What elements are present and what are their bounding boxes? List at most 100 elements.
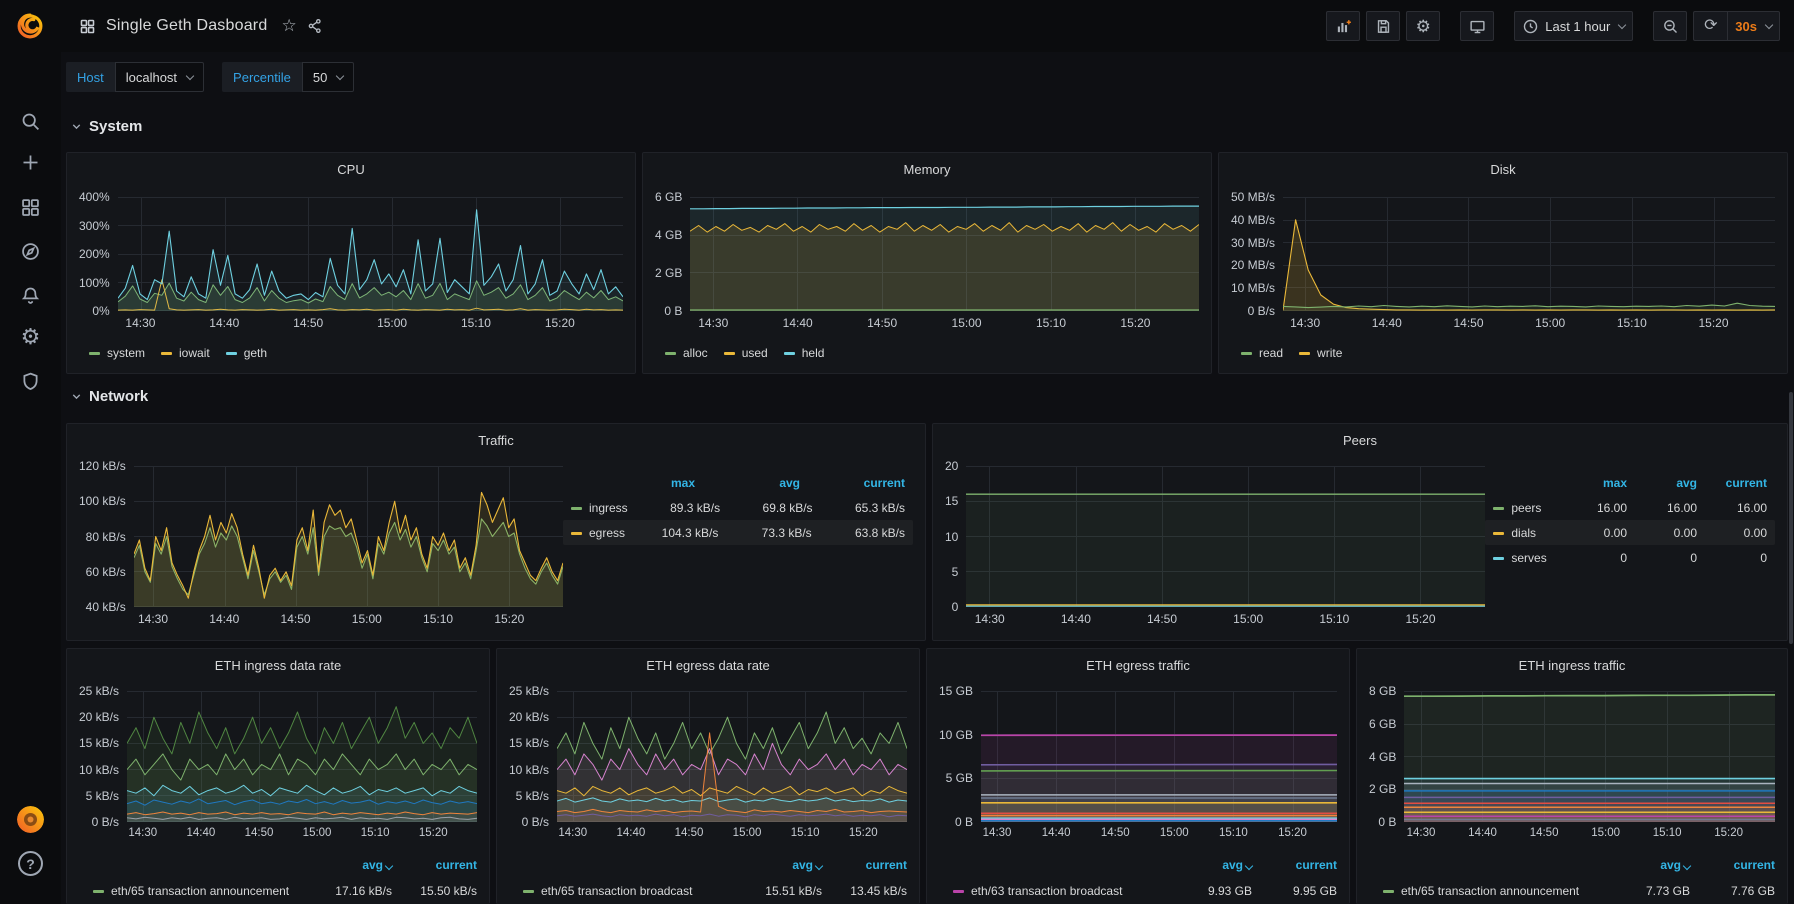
legend-row[interactable]: eth/63 transaction broadcast9.93 GB9.95 … — [939, 879, 1337, 903]
legend-item[interactable]: system — [89, 346, 145, 360]
legend-row[interactable]: peers16.0016.0016.00 — [1485, 495, 1775, 520]
dashboard-grid-icon[interactable] — [79, 18, 96, 35]
legend-sort-current[interactable]: current — [1252, 858, 1337, 872]
variable-label-percentile[interactable]: Percentile — [222, 62, 302, 92]
legend-row[interactable]: dials0.000.000.00 — [1485, 520, 1775, 545]
y-tick-label: 8 GB — [1369, 685, 1396, 697]
row-header-system[interactable]: System — [70, 118, 142, 135]
star-icon[interactable]: ☆ — [281, 16, 296, 36]
y-axis: 120 kB/s100 kB/s80 kB/s60 kB/s40 kB/s — [79, 460, 134, 613]
x-axis: 14:3014:4014:5015:0015:1015:20 — [127, 827, 477, 847]
legend-item[interactable]: held — [784, 346, 825, 360]
legend: alloc used held — [665, 346, 1199, 360]
create-plus-icon[interactable] — [0, 145, 61, 179]
tv-cycle-button[interactable] — [1460, 11, 1494, 41]
eth-egress-data-rate-chart[interactable] — [557, 691, 907, 822]
legend-sort-avg[interactable]: avg — [1627, 476, 1697, 490]
search-icon[interactable] — [0, 104, 61, 138]
x-tick-label: 14:50 — [1530, 827, 1559, 839]
legend-item[interactable]: geth — [226, 346, 267, 360]
grafana-logo-icon[interactable] — [14, 10, 46, 42]
traffic-chart[interactable] — [134, 466, 563, 607]
x-tick-label: 14:40 — [1042, 827, 1071, 839]
legend-row[interactable]: eth/65 transaction announcement7.73 GB7.… — [1369, 879, 1775, 903]
explore-compass-icon[interactable] — [0, 234, 61, 268]
x-tick-label: 15:00 — [952, 316, 982, 330]
legend-item[interactable]: read — [1241, 346, 1283, 360]
legend-sort-max[interactable]: max — [1557, 476, 1627, 490]
time-range-picker[interactable]: Last 1 hour — [1514, 11, 1633, 41]
y-tick-label: 6 GB — [655, 191, 682, 203]
alerting-bell-icon[interactable] — [0, 278, 61, 312]
legend-sort-current[interactable]: current — [822, 858, 907, 872]
peers-chart[interactable] — [966, 466, 1485, 607]
zoom-out-time-button[interactable] — [1653, 11, 1687, 41]
legend-row[interactable]: serves000 — [1485, 545, 1775, 570]
eth-ingress-data-rate-chart[interactable] — [127, 691, 477, 822]
legend-row[interactable]: eth/65 transaction announcement17.16 kB/… — [79, 879, 477, 903]
x-tick-label: 14:50 — [245, 827, 274, 839]
legend-row[interactable]: ingress89.3 kB/s69.8 kB/s65.3 kB/s — [563, 495, 913, 520]
panel-title[interactable]: Disk — [1231, 159, 1775, 181]
legend-sort-avg[interactable]: avg — [1157, 858, 1252, 872]
x-tick-label: 14:50 — [867, 316, 897, 330]
legend-item[interactable]: write — [1299, 346, 1342, 360]
save-dashboard-button[interactable] — [1366, 11, 1400, 41]
legend-sort-avg[interactable]: avg — [297, 858, 392, 872]
legend-item[interactable]: alloc — [665, 346, 708, 360]
series-color-dash — [571, 532, 582, 535]
legend-sort-current[interactable]: current — [392, 858, 477, 872]
legend-sort-current[interactable]: current — [1697, 476, 1767, 490]
variable-label-host[interactable]: Host — [66, 62, 115, 92]
dashboard-settings-button[interactable]: ⚙ — [1406, 11, 1440, 41]
panel-title[interactable]: ETH egress traffic — [939, 655, 1337, 677]
cpu-chart[interactable] — [118, 197, 623, 311]
memory-chart[interactable] — [690, 197, 1199, 311]
dashboards-grid-icon[interactable] — [0, 190, 61, 224]
eth-egress-traffic-chart[interactable] — [981, 691, 1337, 822]
configuration-gear-icon[interactable]: ⚙ — [0, 320, 61, 354]
y-tick-label: 30 MB/s — [1231, 237, 1275, 249]
x-tick-label: 15:00 — [352, 612, 382, 626]
help-icon[interactable]: ? — [18, 851, 43, 876]
panel-peers: Peers 20151050 14:3014:4014:5015:0015:10… — [932, 423, 1788, 641]
legend-sort-current[interactable]: current — [1690, 858, 1775, 872]
legend-row[interactable]: eth/65 transaction broadcast15.51 kB/s13… — [509, 879, 907, 903]
legend-sort-avg[interactable]: avg — [727, 858, 822, 872]
legend: avgcurrent eth/63 transaction broadcast9.… — [939, 855, 1337, 903]
eth-ingress-traffic-chart[interactable] — [1404, 691, 1775, 822]
variable-value-host[interactable]: localhost — [115, 62, 204, 92]
legend-sort-current[interactable]: current — [800, 476, 905, 490]
panel-title[interactable]: ETH ingress traffic — [1369, 655, 1775, 677]
share-icon[interactable] — [307, 18, 323, 34]
panel-title[interactable]: Traffic — [79, 430, 913, 452]
y-tick-label: 5 kB/s — [86, 790, 119, 802]
legend-sort-max[interactable]: max — [590, 476, 695, 490]
dashboard-title[interactable]: Single Geth Dasboard — [106, 17, 267, 35]
legend-avg-value: 15.51 kB/s — [727, 884, 822, 898]
refresh-interval-picker[interactable]: 30s — [1727, 11, 1780, 41]
legend-sort-avg[interactable]: avg — [695, 476, 800, 490]
panel-title[interactable]: Memory — [655, 159, 1199, 181]
variable-value-percentile[interactable]: 50 — [302, 62, 354, 92]
legend-avg-value: 9.93 GB — [1157, 884, 1252, 898]
panel-title[interactable]: Peers — [945, 430, 1775, 452]
row-header-network[interactable]: Network — [70, 388, 148, 405]
panel-title[interactable]: ETH egress data rate — [509, 655, 907, 677]
scrollbar-thumb[interactable] — [1789, 392, 1793, 644]
legend-item[interactable]: iowait — [161, 346, 210, 360]
server-admin-shield-icon[interactable] — [0, 364, 61, 398]
legend-item[interactable]: used — [724, 346, 768, 360]
x-tick-label: 14:50 — [281, 612, 311, 626]
panel-title[interactable]: CPU — [79, 159, 623, 181]
user-avatar[interactable] — [17, 806, 44, 833]
legend-sort-avg[interactable]: avg — [1595, 858, 1690, 872]
panel-title[interactable]: ETH ingress data rate — [79, 655, 477, 677]
x-tick-label: 14:30 — [983, 827, 1012, 839]
legend-row[interactable]: egress104.3 kB/s73.3 kB/s63.8 kB/s — [563, 520, 913, 545]
add-panel-button[interactable] — [1326, 11, 1360, 41]
refresh-button[interactable]: ⟳ — [1693, 11, 1727, 41]
y-axis: 20151050 — [945, 460, 966, 613]
disk-chart[interactable] — [1283, 197, 1775, 311]
y-tick-label: 300% — [79, 220, 110, 232]
